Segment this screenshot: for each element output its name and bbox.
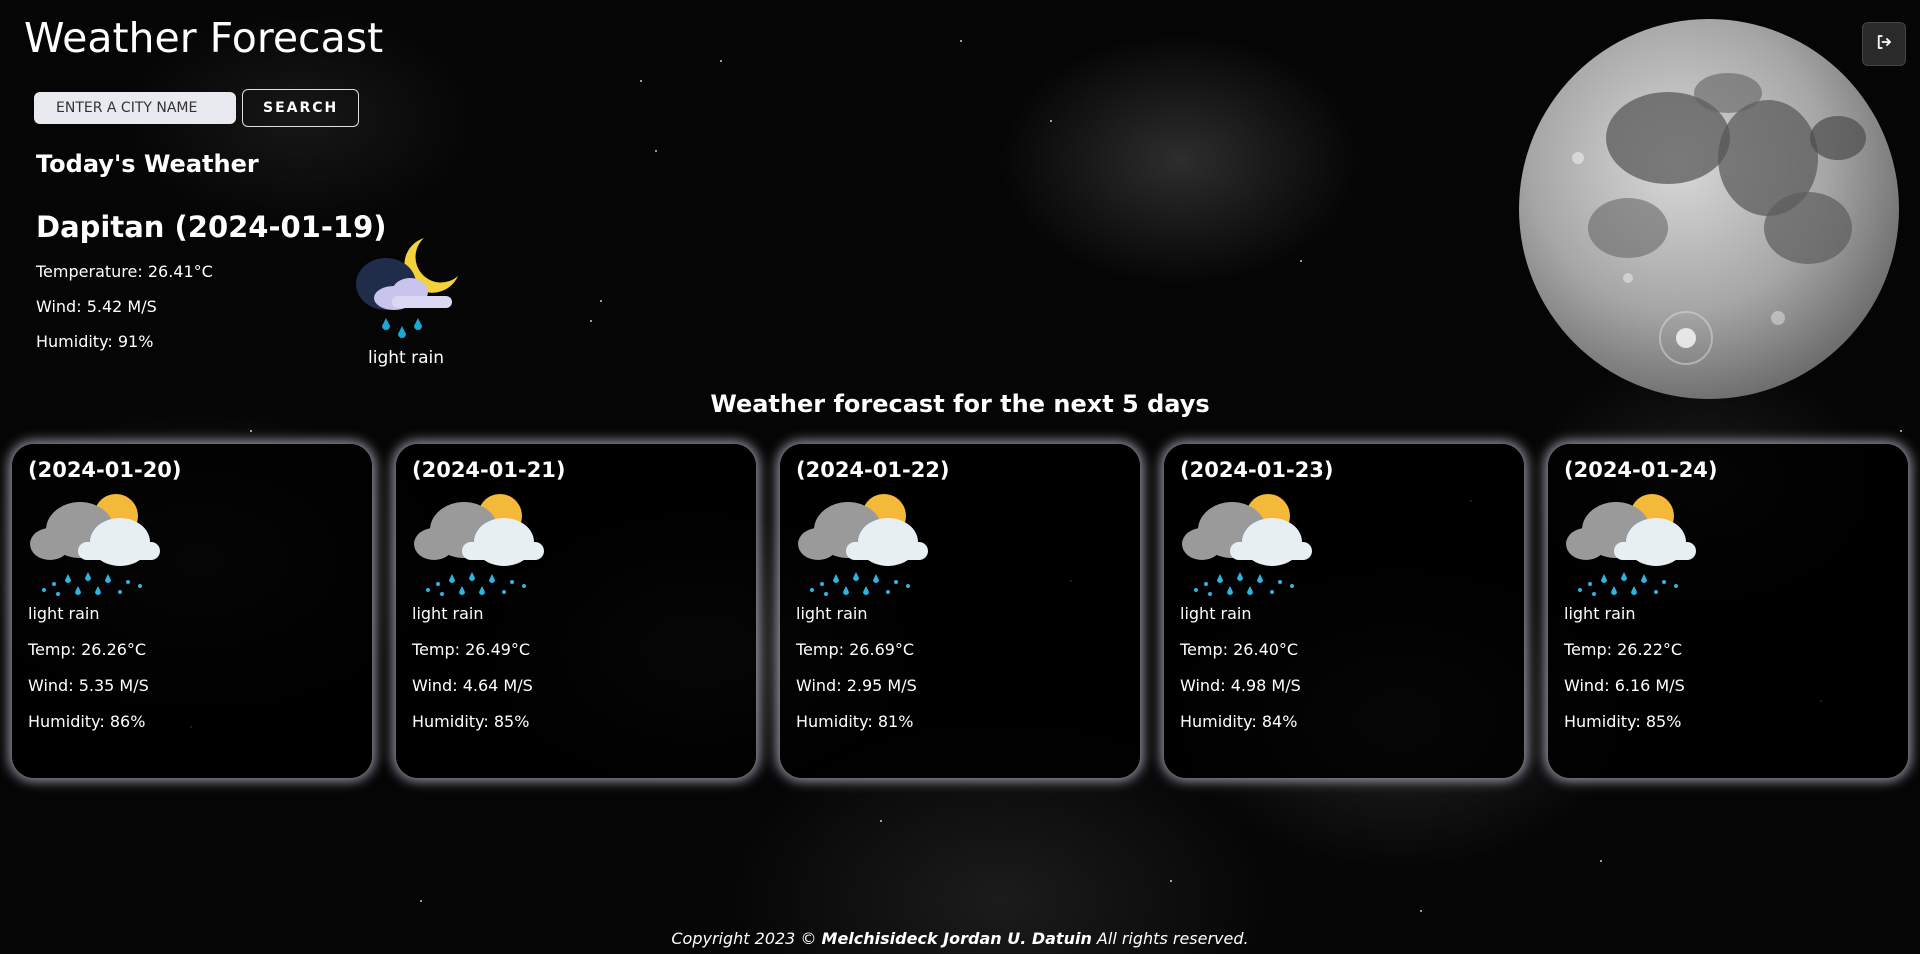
sun-cloud-rain-icon	[1564, 486, 1892, 604]
forecast-description: light rain	[1564, 604, 1636, 623]
today-wind: Wind: 5.42 M/S	[36, 297, 157, 316]
forecast-wind: Wind: 6.16 M/S	[1564, 676, 1685, 695]
city-search-input[interactable]	[34, 92, 236, 124]
forecast-humidity: Humidity: 84%	[1180, 712, 1298, 731]
forecast-date: (2024-01-22)	[796, 458, 950, 482]
app-title: Weather Forecast	[24, 14, 384, 62]
moon-image	[1518, 18, 1900, 400]
forecast-wind: Wind: 4.64 M/S	[412, 676, 533, 695]
sun-cloud-rain-icon	[28, 486, 356, 604]
city-date-title: Dapitan (2024-01-19)	[36, 210, 387, 244]
footer-author: Melchisideck Jordan U. Datuin	[821, 929, 1092, 948]
forecast-description: light rain	[412, 604, 484, 623]
forecast-card: (2024-01-20) light rain Temp: 26.26°C Wi…	[12, 444, 372, 778]
forecast-temp: Temp: 26.69°C	[796, 640, 915, 659]
forecast-temp: Temp: 26.26°C	[28, 640, 147, 659]
sun-cloud-rain-icon	[412, 486, 740, 604]
forecast-humidity: Humidity: 85%	[1564, 712, 1682, 731]
sun-cloud-rain-icon	[1180, 486, 1508, 604]
today-temperature: Temperature: 26.41°C	[36, 262, 213, 281]
footer-suffix: All rights reserved.	[1091, 929, 1249, 948]
forecast-temp: Temp: 26.22°C	[1564, 640, 1683, 659]
forecast-wind: Wind: 5.35 M/S	[28, 676, 149, 695]
today-description: light rain	[368, 348, 444, 368]
footer-copyright: Copyright 2023 © Melchisideck Jordan U. …	[0, 929, 1920, 948]
forecast-description: light rain	[1180, 604, 1252, 623]
forecast-temp: Temp: 26.40°C	[1180, 640, 1299, 659]
forecast-description: light rain	[28, 604, 100, 623]
forecast-humidity: Humidity: 85%	[412, 712, 530, 731]
forecast-card: (2024-01-22) light rain Temp: 26.69°C Wi…	[780, 444, 1140, 778]
forecast-cards: (2024-01-20) light rain Temp: 26.26°C Wi…	[12, 444, 1908, 778]
forecast-card: (2024-01-24) light rain Temp: 26.22°C Wi…	[1548, 444, 1908, 778]
forecast-heading: Weather forecast for the next 5 days	[710, 390, 1210, 418]
footer-prefix: Copyright 2023 ©	[671, 929, 822, 948]
sun-cloud-rain-icon	[796, 486, 1124, 604]
forecast-humidity: Humidity: 86%	[28, 712, 146, 731]
forecast-wind: Wind: 2.95 M/S	[796, 676, 917, 695]
forecast-description: light rain	[796, 604, 868, 623]
forecast-card: (2024-01-21) light rain Temp: 26.49°C Wi…	[396, 444, 756, 778]
forecast-wind: Wind: 4.98 M/S	[1180, 676, 1301, 695]
night-cloud-rain-icon	[348, 232, 460, 344]
todays-weather-heading: Today's Weather	[36, 150, 259, 178]
search-button[interactable]: SEARCH	[242, 89, 360, 127]
search-bar: SEARCH	[34, 89, 360, 127]
forecast-date: (2024-01-20)	[28, 458, 182, 482]
forecast-temp: Temp: 26.49°C	[412, 640, 531, 659]
forecast-date: (2024-01-23)	[1180, 458, 1334, 482]
forecast-date: (2024-01-21)	[412, 458, 566, 482]
forecast-date: (2024-01-24)	[1564, 458, 1718, 482]
forecast-card: (2024-01-23) light rain Temp: 26.40°C Wi…	[1164, 444, 1524, 778]
today-humidity: Humidity: 91%	[36, 332, 154, 351]
forecast-humidity: Humidity: 81%	[796, 712, 914, 731]
